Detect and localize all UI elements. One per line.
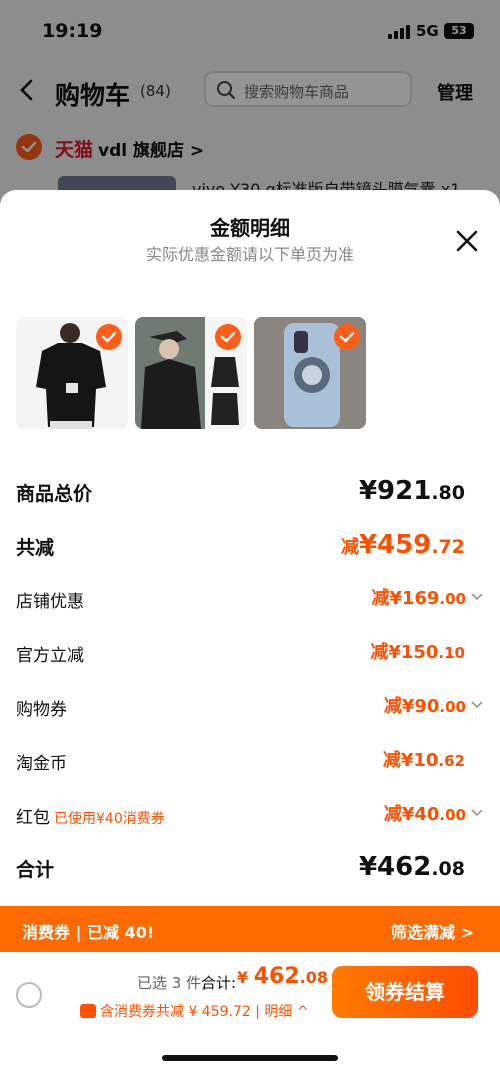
row-value: 减¥90.00 bbox=[383, 696, 466, 717]
row-grand-total: 合计 ¥462.08 bbox=[16, 850, 484, 882]
close-icon[interactable] bbox=[452, 226, 482, 256]
checkmark-icon bbox=[96, 324, 122, 350]
coupon-icon bbox=[80, 1004, 96, 1018]
checkmark-icon bbox=[215, 324, 241, 350]
row-label: 共减 bbox=[16, 537, 55, 559]
row-value: 减¥150.10 bbox=[370, 642, 465, 663]
row-shopping-coupon[interactable]: 购物券 减¥90.00 bbox=[16, 690, 484, 722]
total-label: 合计: bbox=[201, 974, 237, 992]
row-total-price: 商品总价 ¥921.80 bbox=[16, 474, 484, 506]
sheet-title: 金额明细 bbox=[210, 216, 290, 240]
row-value: 减¥169.00 bbox=[371, 588, 466, 609]
selected-count: 已选 3 件, bbox=[137, 974, 206, 992]
row-label: 合计 bbox=[16, 859, 55, 881]
coupon-banner[interactable]: 消费券 | 已减 40! 筛选满减 > bbox=[0, 906, 500, 952]
row-label: 官方立减 bbox=[16, 646, 84, 666]
row-value: ¥921.80 bbox=[358, 476, 465, 506]
row-value: 减¥10.62 bbox=[382, 750, 465, 771]
chevron-down-icon[interactable] bbox=[470, 806, 484, 820]
row-red-packet[interactable]: 红包 已使用¥40消费券 减¥40.00 bbox=[16, 798, 484, 830]
row-taojinbi: 淘金币 减¥10.62 bbox=[16, 744, 484, 776]
row-total-discount: 共减 减¥459.72 bbox=[16, 528, 484, 560]
row-store-discount[interactable]: 店铺优惠 减¥169.00 bbox=[16, 582, 484, 614]
checkout-button[interactable]: 领券结算 bbox=[332, 966, 478, 1018]
filter-full-discount-link[interactable]: 筛选满减 > bbox=[391, 919, 474, 943]
chevron-down-icon[interactable] bbox=[470, 590, 484, 604]
red-packet-note: 已使用¥40消费券 bbox=[54, 811, 165, 827]
row-label: 店铺优惠 bbox=[16, 592, 84, 612]
amount-detail-sheet: 金额明细 实际优惠金额请以下单页为准 商品总价 ¥921.80 共减 减¥459… bbox=[0, 190, 500, 1081]
row-value: 减¥40.00 bbox=[383, 804, 466, 825]
row-official-discount: 官方立减 减¥150.10 bbox=[16, 636, 484, 668]
chevron-down-icon[interactable] bbox=[470, 698, 484, 712]
sheet-subtitle: 实际优惠金额请以下单页为准 bbox=[145, 245, 354, 264]
checkmark-icon bbox=[334, 324, 360, 350]
coupon-detail-link[interactable]: 含消费券共减 ¥ 459.72 | 明细 ^ bbox=[80, 1001, 309, 1021]
total-amount: ¥ 462.08 bbox=[237, 964, 328, 989]
row-label: 购物券 bbox=[16, 700, 67, 720]
row-label: 商品总价 bbox=[16, 483, 93, 505]
row-value: 减¥459.72 bbox=[340, 530, 465, 560]
product-thumbnails bbox=[16, 317, 376, 429]
row-label: 淘金币 bbox=[16, 754, 67, 774]
checkout-bar: 已选 3 件, 合计: ¥ 462.08 含消费券共减 ¥ 459.72 | 明… bbox=[0, 952, 500, 1081]
home-indicator bbox=[162, 1055, 338, 1061]
product-thumb-tshirt[interactable] bbox=[16, 317, 128, 429]
row-value: ¥462.08 bbox=[358, 852, 465, 882]
product-thumb-jacket[interactable] bbox=[135, 317, 247, 429]
product-thumb-phone-case[interactable] bbox=[254, 317, 366, 429]
select-all-radio[interactable] bbox=[16, 982, 42, 1008]
row-label: 红包 已使用¥40消费券 bbox=[16, 808, 165, 828]
banner-left-text: 消费券 | 已减 40! bbox=[22, 923, 155, 942]
